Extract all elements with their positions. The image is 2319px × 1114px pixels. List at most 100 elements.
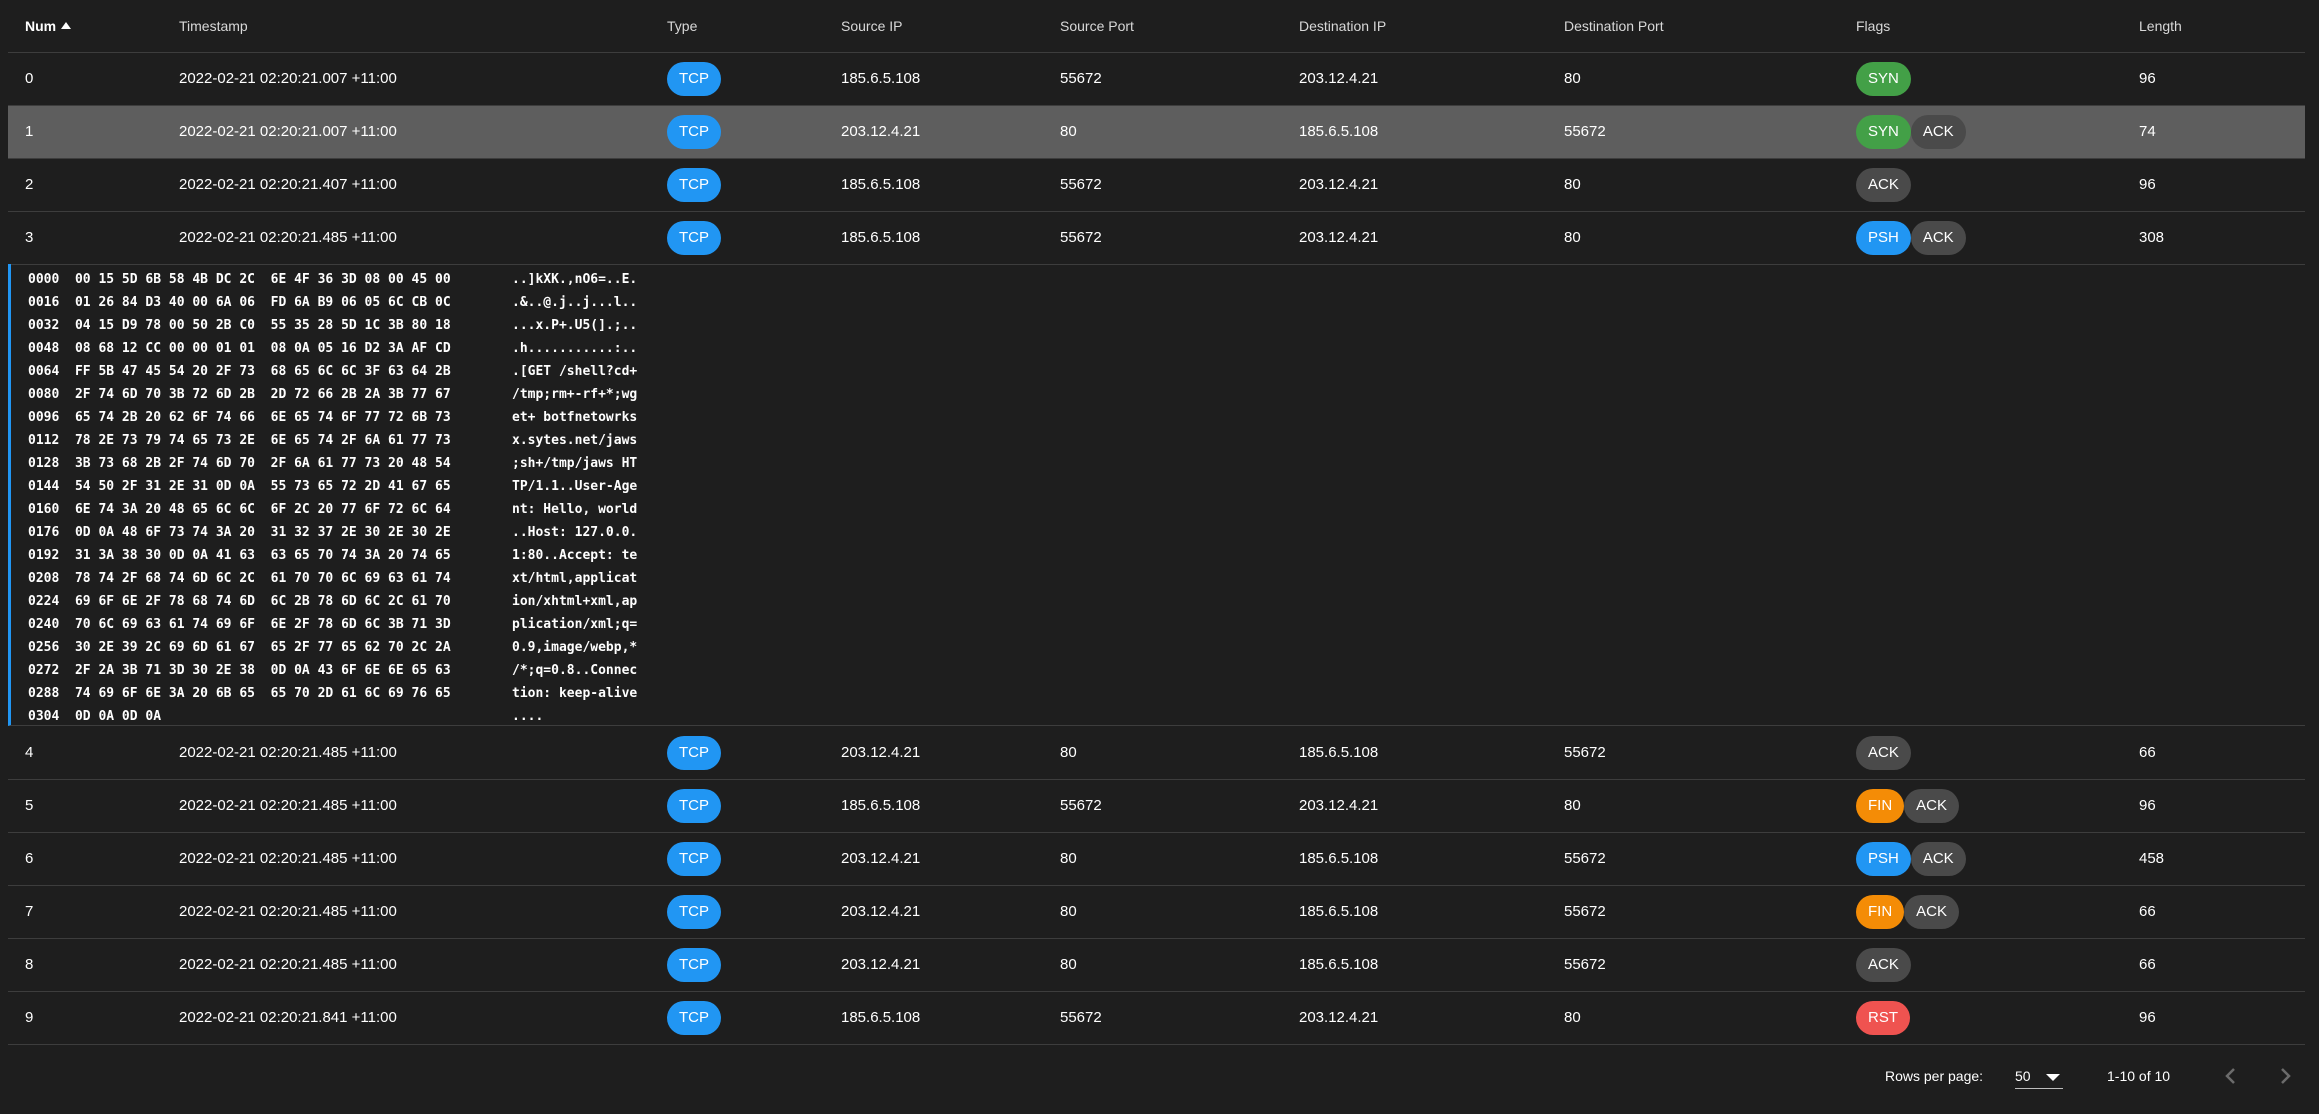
table-row[interactable]: 5 2022-02-21 02:20:21.485 +11:00 185.6.5.1… xyxy=(8,780,2305,833)
cell-length: 66 xyxy=(2139,903,2156,920)
cell-length: 96 xyxy=(2139,70,2156,87)
hex-line: 0000 00 15 5D 6B 58 4B DC 2C 6E 4F 36 3D… xyxy=(28,272,451,287)
ascii-line: ..Host: 127.0.0. xyxy=(512,525,638,540)
table-row[interactable]: 9 2022-02-21 02:20:21.841 +11:00 185.6.5.1… xyxy=(8,992,2305,1045)
header-flags[interactable]: Flags xyxy=(1856,0,1890,52)
cell-length: 66 xyxy=(2139,956,2156,973)
table-row[interactable]: 2 2022-02-21 02:20:21.407 +11:00 185.6.5.1… xyxy=(8,159,2305,212)
cell-timestamp: 2022-02-21 02:20:21.485 +11:00 xyxy=(179,903,397,920)
cell-source-port: 80 xyxy=(1060,744,1077,761)
cell-destination-port: 55672 xyxy=(1564,850,1606,867)
chevron-right-icon[interactable] xyxy=(2271,1062,2299,1090)
cell-type: TCP xyxy=(667,53,721,105)
cell-num: 8 xyxy=(25,956,34,973)
ascii-line: .h...........:.. xyxy=(512,341,638,356)
cell-source-ip: 203.12.4.21 xyxy=(841,956,921,973)
cell-type: TCP xyxy=(667,886,721,938)
hex-line: 0304 0D 0A 0D 0A xyxy=(28,709,162,724)
table-row[interactable]: 0 2022-02-21 02:20:21.007 +11:00 185.6.5.1… xyxy=(8,53,2305,106)
cell-destination-ip: 185.6.5.108 xyxy=(1299,956,1379,973)
pagination: Rows per page: 50 1-10 of 10 xyxy=(8,1050,2305,1104)
cell-source-port: 80 xyxy=(1060,123,1077,140)
ascii-line: ion/xhtml+xml,ap xyxy=(512,594,638,609)
cell-flags: PSH ACK xyxy=(1856,833,1966,885)
cell-source-ip: 185.6.5.108 xyxy=(841,1009,921,1026)
header-destination-port[interactable]: Destination Port xyxy=(1564,0,1664,52)
cell-timestamp: 2022-02-21 02:20:21.485 +11:00 xyxy=(179,744,397,761)
flag-chip-ack: ACK xyxy=(1910,842,1966,877)
header-num[interactable]: Num xyxy=(25,0,72,52)
hex-line: 0016 01 26 84 D3 40 00 6A 06 FD 6A B9 06… xyxy=(28,295,451,310)
cell-destination-port: 80 xyxy=(1564,176,1581,193)
cell-timestamp: 2022-02-21 02:20:21.485 +11:00 xyxy=(179,229,397,246)
hex-line: 0096 65 74 2B 20 62 6F 74 66 6E 65 74 6F… xyxy=(28,410,451,425)
cell-type: TCP xyxy=(667,159,721,211)
cell-source-ip: 203.12.4.21 xyxy=(841,123,921,140)
header-timestamp[interactable]: Timestamp xyxy=(179,0,248,52)
cell-source-ip: 203.12.4.21 xyxy=(841,744,921,761)
flag-chip-ack: ACK xyxy=(1904,789,1960,824)
ascii-line: /*;q=0.8..Connec xyxy=(512,663,638,678)
dropdown-caret-icon[interactable] xyxy=(2046,1074,2060,1081)
ascii-line: /tmp;rm+-rf+*;wg xyxy=(512,387,638,402)
header-length[interactable]: Length xyxy=(2139,0,2182,52)
page-range: 1-10 of 10 xyxy=(2107,1068,2171,1084)
cell-timestamp: 2022-02-21 02:20:21.407 +11:00 xyxy=(179,176,397,193)
hex-line: 0064 FF 5B 47 45 54 20 2F 73 68 65 6C 6C… xyxy=(28,364,451,379)
cell-type: TCP xyxy=(667,833,721,885)
cell-flags: FIN ACK xyxy=(1856,780,1960,832)
cell-timestamp: 2022-02-21 02:20:21.485 +11:00 xyxy=(179,850,397,867)
hex-line: 0112 78 2E 73 79 74 65 73 2E 6E 65 74 2F… xyxy=(28,433,451,448)
cell-destination-ip: 203.12.4.21 xyxy=(1299,1009,1379,1026)
flag-chip-syn: SYN xyxy=(1856,115,1911,150)
cell-type: TCP xyxy=(667,939,721,991)
ascii-line: tion: keep-alive xyxy=(512,686,638,701)
hex-line: 0176 0D 0A 48 6F 73 74 3A 20 31 32 37 2E… xyxy=(28,525,451,540)
table-row[interactable]: 6 2022-02-21 02:20:21.485 +11:00 203.12.4.… xyxy=(8,833,2305,886)
cell-num: 4 xyxy=(25,744,34,761)
table-row[interactable]: 3 2022-02-21 02:20:21.485 +11:00 185.6.5.1… xyxy=(8,212,2305,265)
cell-destination-port: 55672 xyxy=(1564,123,1606,140)
table-row[interactable]: 1 2022-02-21 02:20:21.007 +11:00 203.12.4.… xyxy=(8,106,2305,159)
header-destination-ip[interactable]: Destination IP xyxy=(1299,0,1386,52)
header-source-port[interactable]: Source Port xyxy=(1060,0,1134,52)
rows-per-page-value: 50 xyxy=(2015,1068,2031,1084)
table-row[interactable]: 7 2022-02-21 02:20:21.485 +11:00 203.12.4.… xyxy=(8,886,2305,939)
packet-payload-panel: 0000 00 15 5D 6B 58 4B DC 2C 6E 4F 36 3D… xyxy=(8,264,2305,726)
cell-num: 5 xyxy=(25,797,34,814)
cell-source-ip: 185.6.5.108 xyxy=(841,70,921,87)
cell-length: 96 xyxy=(2139,1009,2156,1026)
cell-destination-ip: 203.12.4.21 xyxy=(1299,70,1379,87)
cell-timestamp: 2022-02-21 02:20:21.841 +11:00 xyxy=(179,1009,397,1026)
ascii-line: .... xyxy=(512,709,544,724)
ascii-line: nt: Hello, world xyxy=(512,502,638,517)
cell-length: 74 xyxy=(2139,123,2156,140)
cell-type: TCP xyxy=(667,780,721,832)
header-source-ip[interactable]: Source IP xyxy=(841,0,902,52)
table-row[interactable]: 4 2022-02-21 02:20:21.485 +11:00 203.12.4.… xyxy=(8,727,2305,780)
cell-num: 1 xyxy=(25,123,34,140)
cell-source-port: 55672 xyxy=(1060,229,1102,246)
cell-source-ip: 185.6.5.108 xyxy=(841,797,921,814)
cell-destination-port: 80 xyxy=(1564,229,1581,246)
hex-line: 0240 70 6C 69 63 61 74 69 6F 6E 2F 78 6D… xyxy=(28,617,451,632)
cell-flags: RST xyxy=(1856,992,1910,1044)
cell-type: TCP xyxy=(667,992,721,1044)
cell-destination-port: 55672 xyxy=(1564,744,1606,761)
flag-chip-ack: ACK xyxy=(1856,168,1911,203)
cell-source-ip: 203.12.4.21 xyxy=(841,850,921,867)
header-type[interactable]: Type xyxy=(667,0,697,52)
flag-chip-rst: RST xyxy=(1856,1001,1910,1036)
chevron-left-icon[interactable] xyxy=(2217,1062,2245,1090)
table-row[interactable]: 8 2022-02-21 02:20:21.485 +11:00 203.12.4.… xyxy=(8,939,2305,992)
hex-line: 0128 3B 73 68 2B 2F 74 6D 70 2F 6A 61 77… xyxy=(28,456,451,471)
flag-chip-fin: FIN xyxy=(1856,895,1905,930)
cell-flags: SYN xyxy=(1856,53,1911,105)
cell-source-ip: 185.6.5.108 xyxy=(841,176,921,193)
ascii-line: et+ botfnetowrks xyxy=(512,410,638,425)
cell-destination-port: 80 xyxy=(1564,70,1581,87)
cell-length: 66 xyxy=(2139,744,2156,761)
flag-chip-ack: ACK xyxy=(1856,736,1911,771)
cell-flags: ACK xyxy=(1856,159,1911,211)
ascii-line: ..]kXK.,nO6=..E. xyxy=(512,272,638,287)
